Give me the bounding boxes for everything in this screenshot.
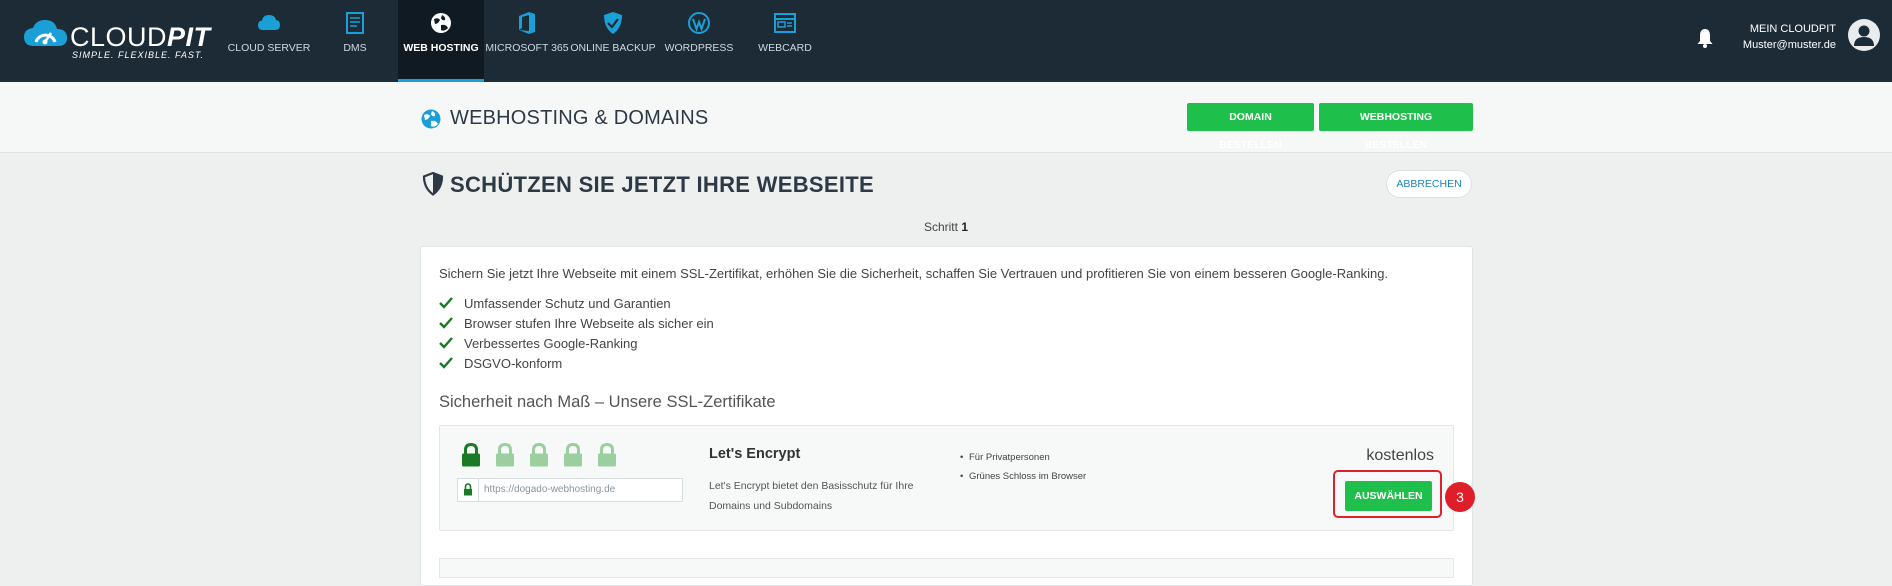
account-email: Muster@muster.de: [1742, 39, 1836, 51]
certificate-name: Let's Encrypt: [709, 446, 801, 462]
checkmark-icon: [439, 357, 453, 369]
checkmark-icon: [439, 297, 453, 309]
order-domain-button[interactable]: DOMAIN BESTELLEN: [1187, 103, 1314, 151]
office-icon: [519, 12, 535, 34]
certificates-heading: Sicherheit nach Maß – Unsere SSL-Zertifi…: [439, 393, 776, 411]
step-indicator: Schritt 1: [923, 220, 969, 234]
card-icon: [774, 13, 796, 33]
nav-label: WEBCARD: [758, 42, 812, 54]
certificate-features: Für Privatpersonen Grünes Schloss im Bro…: [960, 448, 1086, 486]
globe-icon: [421, 109, 441, 129]
top-navigation-bar: CLOUDPIT SIMPLE. FLEXIBLE. FAST. CLOUD S…: [0, 0, 1892, 82]
intro-text: Sichern Sie jetzt Ihre Webseite mit eine…: [439, 266, 1389, 281]
highlight-outline: [1333, 470, 1442, 518]
order-webhosting-button[interactable]: WEBHOSTING BESTELLEN: [1319, 103, 1473, 151]
section-title: WEBHOSTING & DOMAINS: [450, 107, 709, 129]
shield-icon: [422, 172, 444, 196]
nav-item-webcard[interactable]: WEBCARD: [742, 0, 828, 82]
divider: [478, 479, 479, 501]
brand-tagline: SIMPLE. FLEXIBLE. FAST.: [72, 50, 205, 60]
page-title: SCHÜTZEN SIE JETZT IHRE WEBSEITE: [450, 172, 874, 197]
bell-icon[interactable]: [1696, 28, 1714, 48]
cloud-icon: [258, 15, 280, 30]
checkmark-icon: [439, 317, 453, 329]
section-header: [0, 82, 1892, 153]
certificate-description: Let's Encrypt bietet den Basisschutz für…: [709, 480, 914, 512]
list-item: Für Privatpersonen: [960, 448, 1086, 467]
main-nav: CLOUD SERVER DMS WEB HOSTING MICROSOFT 3…: [226, 0, 828, 82]
nav-label: ONLINE BACKUP: [570, 42, 656, 54]
nav-item-dms[interactable]: DMS: [312, 0, 398, 82]
padlock-icon: [496, 443, 514, 467]
nav-item-online-backup[interactable]: ONLINE BACKUP: [570, 0, 656, 82]
account-title: MEIN CLOUDPIT: [1749, 23, 1836, 35]
list-item: Verbessertes Google-Ranking: [439, 334, 714, 354]
checkmark-icon: [439, 337, 453, 349]
url-example: https://dogado-webhosting.de: [484, 484, 616, 495]
document-icon: [346, 12, 364, 34]
padlock-icon: [462, 443, 480, 467]
nav-item-microsoft-365[interactable]: MICROSOFT 365: [484, 0, 570, 82]
nav-label: CLOUD SERVER: [227, 42, 311, 54]
list-item: Grünes Schloss im Browser: [960, 467, 1086, 486]
padlock-icon: [464, 483, 472, 496]
brand-name: CLOUDPIT: [70, 22, 211, 52]
annotation-step-badge: 3: [1445, 482, 1475, 512]
nav-label: MICROSOFT 365: [485, 42, 569, 54]
nav-label: DMS: [343, 42, 367, 54]
list-item: Browser stufen Ihre Webseite als sicher …: [439, 314, 714, 334]
padlock-icon: [564, 443, 582, 467]
padlock-icon: [598, 443, 616, 467]
nav-item-cloud-server[interactable]: CLOUD SERVER: [226, 0, 312, 82]
account-menu[interactable]: MEIN CLOUDPIT Muster@muster.de: [1730, 21, 1836, 53]
wordpress-icon: [688, 12, 710, 34]
certificate-option-next: [439, 558, 1454, 578]
nav-item-web-hosting[interactable]: WEB HOSTING: [398, 0, 484, 82]
cloud-gauge-icon: [24, 20, 67, 46]
benefit-list: Umfassender Schutz und Garantien Browser…: [439, 294, 714, 374]
user-icon: [1854, 25, 1874, 46]
nav-item-wordpress[interactable]: WORDPRESS: [656, 0, 742, 82]
browser-url-preview: https://dogado-webhosting.de: [457, 478, 683, 502]
globe-icon: [431, 13, 451, 33]
list-item: DSGVO-konform: [439, 354, 714, 374]
certificate-price: kostenlos: [1366, 447, 1434, 464]
shield-check-icon: [604, 12, 622, 34]
list-item: Umfassender Schutz und Garantien: [439, 294, 714, 314]
avatar[interactable]: [1848, 19, 1880, 51]
nav-label: WEB HOSTING: [403, 42, 479, 54]
security-level-indicator: [461, 443, 631, 467]
nav-label: WORDPRESS: [664, 42, 734, 54]
cloudpit-logo[interactable]: CLOUDPIT SIMPLE. FLEXIBLE. FAST.: [24, 18, 210, 64]
padlock-icon: [530, 443, 548, 467]
cancel-button[interactable]: ABBRECHEN: [1386, 170, 1472, 198]
